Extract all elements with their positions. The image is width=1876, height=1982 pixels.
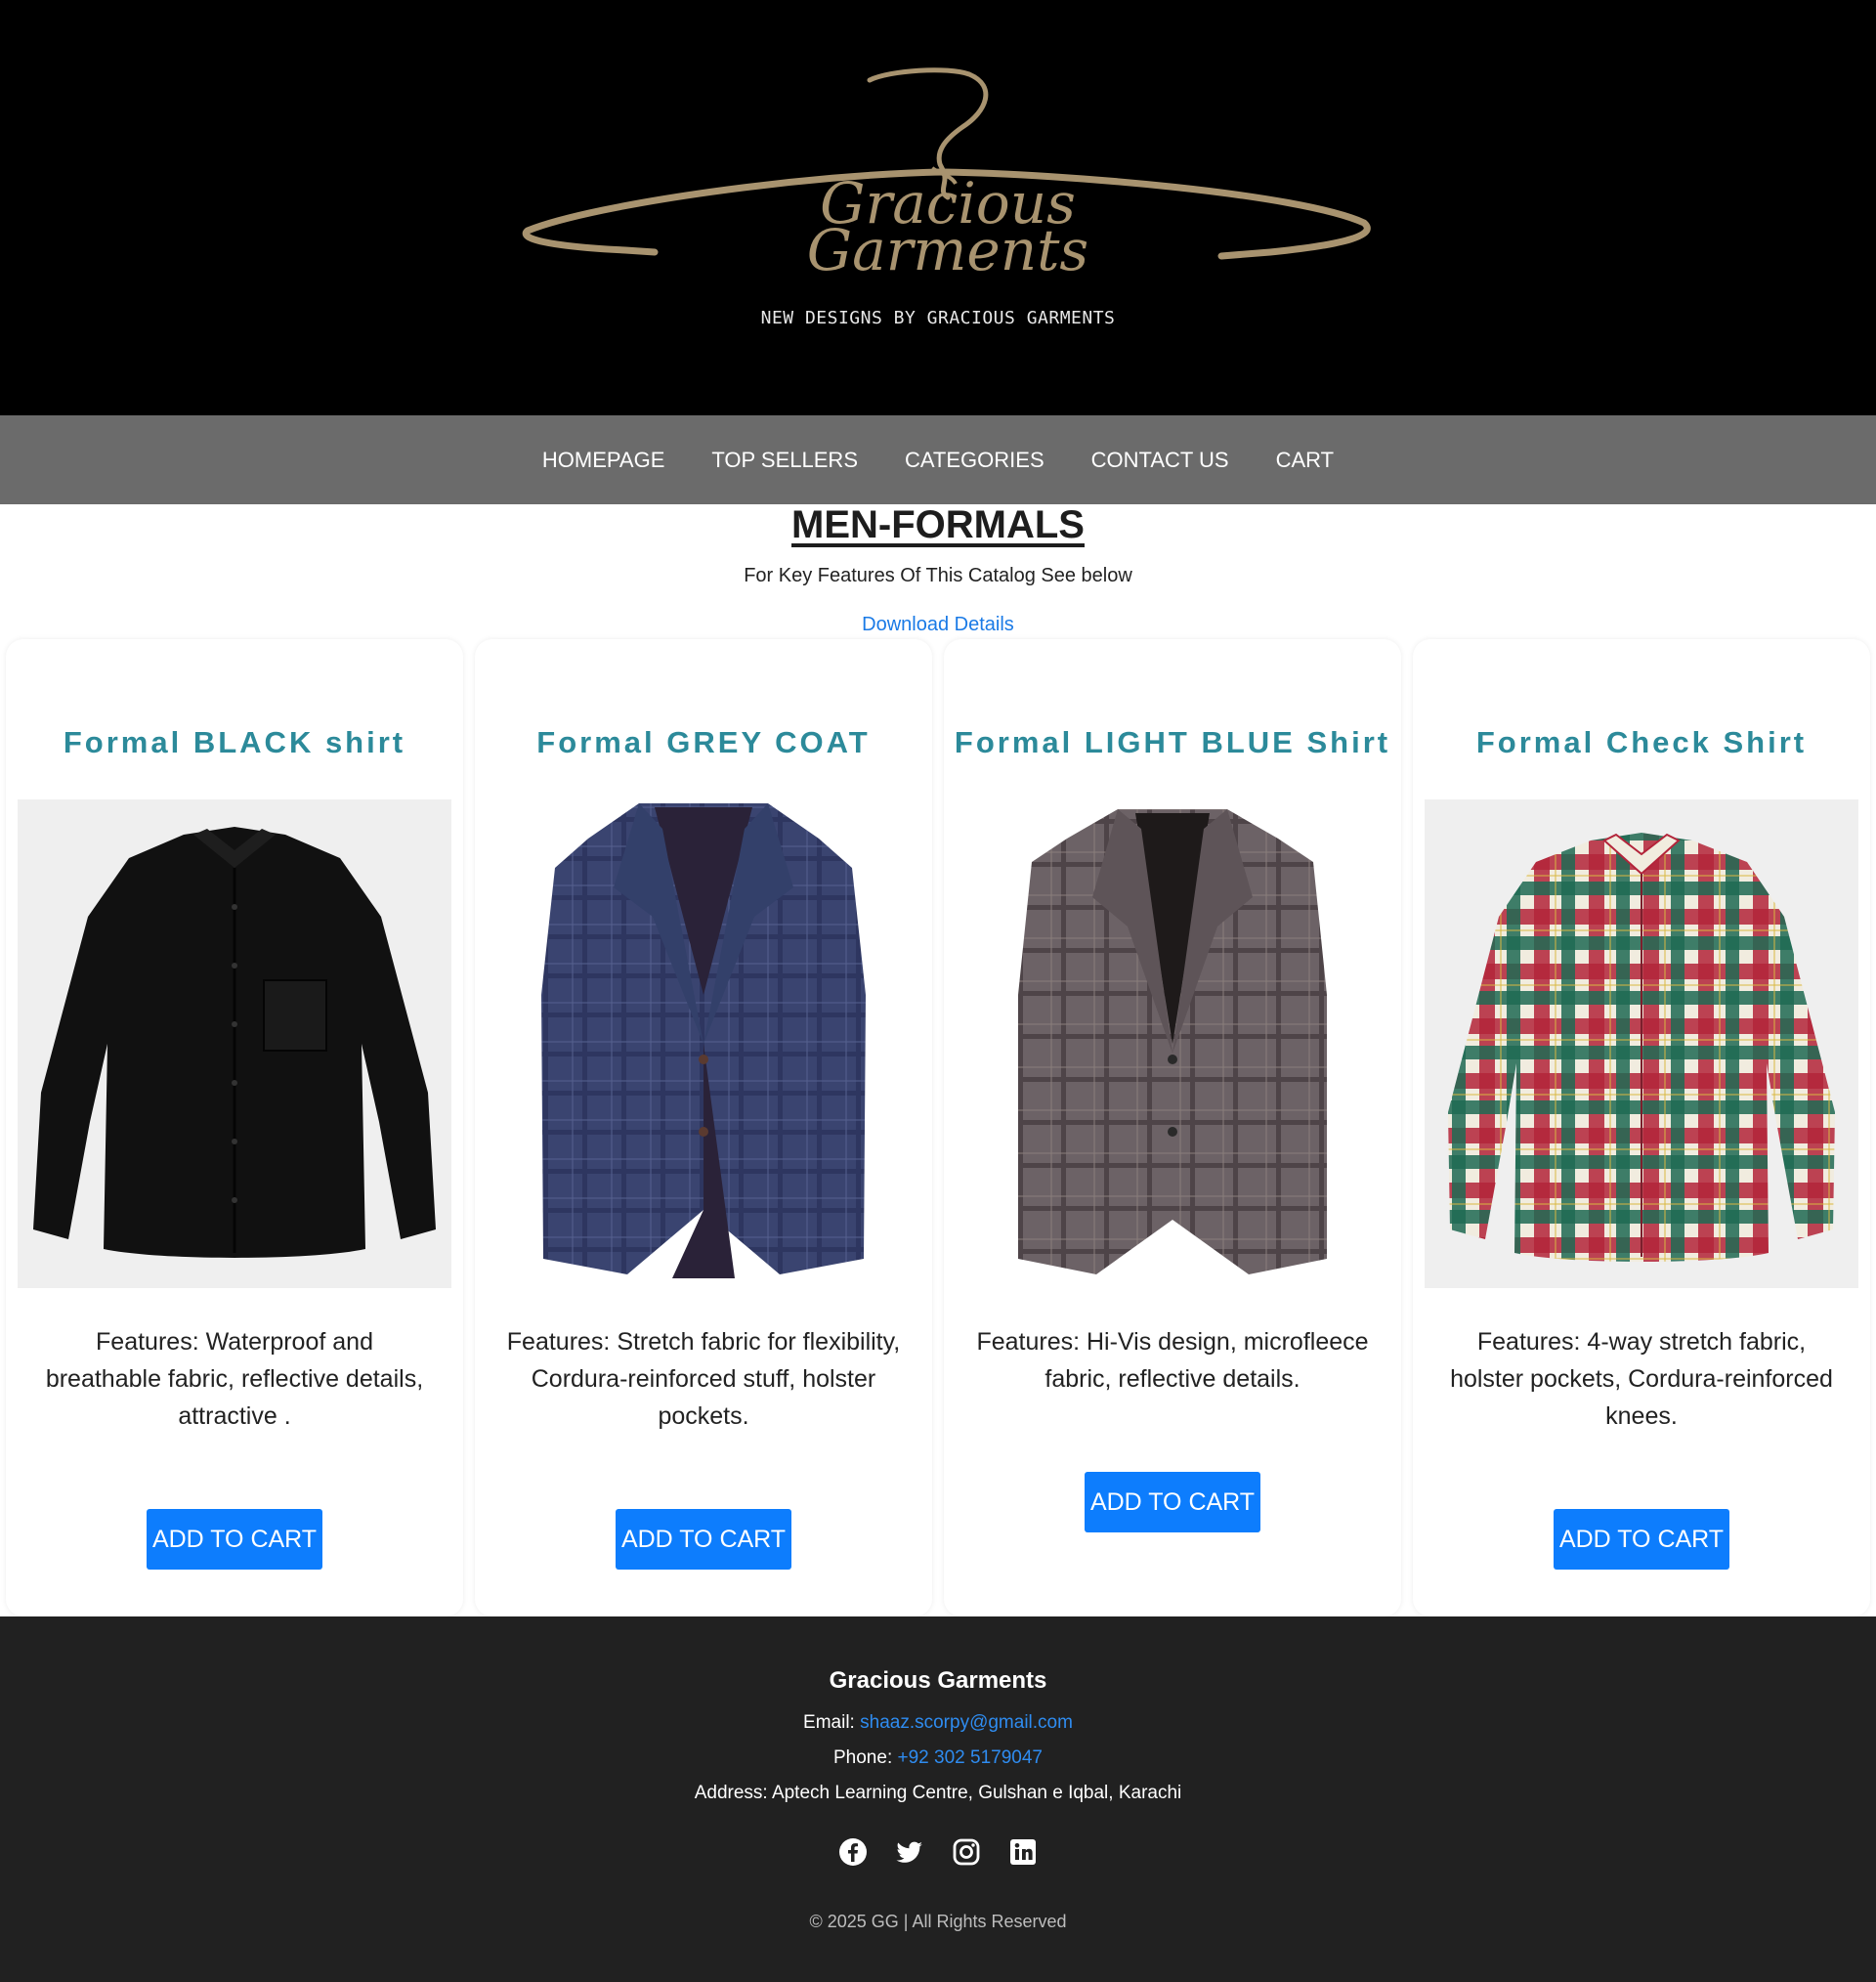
header-tagline: NEW DESIGNS BY GRACIOUS GARMENTS	[760, 308, 1116, 328]
catalog-intro: For Key Features Of This Catalog See bel…	[744, 565, 1132, 586]
product-title: Formal Check Shirt	[1475, 725, 1808, 759]
product-description: Features: Waterproof and breathable fabr…	[45, 1328, 424, 1430]
nav-item-cart[interactable]: CART	[1253, 448, 1358, 473]
add-to-cart-button[interactable]: ADD TO CART	[1085, 1472, 1260, 1532]
product-card: Formal GREY COAT Features: Stretch fabri…	[475, 639, 932, 1616]
linkedin-icon[interactable]	[1008, 1837, 1038, 1867]
copyright-notice: © 2025 GG | All Rights Reserved	[809, 1912, 1067, 1931]
add-to-cart-button[interactable]: ADD TO CART	[616, 1509, 791, 1570]
add-to-cart-button[interactable]: ADD TO CART	[147, 1509, 322, 1570]
product-image-navy-plaid-blazer	[487, 799, 920, 1288]
brand-logo[interactable]: Gracious Garments	[518, 66, 1378, 291]
product-title: Formal GREY COAT	[536, 725, 871, 759]
email-link[interactable]: shaaz.scorpy@gmail.com	[860, 1712, 1073, 1733]
phone-label: Phone:	[833, 1747, 893, 1768]
twitter-icon[interactable]	[895, 1837, 924, 1867]
nav-item-contact-us[interactable]: CONTACT US	[1068, 448, 1253, 473]
nav-item-homepage[interactable]: HOMEPAGE	[519, 448, 689, 473]
add-to-cart-button[interactable]: ADD TO CART	[1554, 1509, 1729, 1570]
product-image-red-green-check-shirt	[1425, 799, 1858, 1288]
footer-email: Email: shaaz.scorpy@gmail.com	[0, 1712, 1876, 1734]
product-image-grey-plaid-blazer	[956, 799, 1389, 1288]
footer-address: Address: Aptech Learning Centre, Gulshan…	[694, 1783, 1182, 1803]
nav-item-categories[interactable]: CATEGORIES	[881, 448, 1068, 473]
product-title: Formal LIGHT BLUE Shirt	[954, 725, 1391, 759]
product-description: Features: 4-way stretch fabric, holster …	[1450, 1328, 1833, 1430]
product-description: Features: Hi-Vis design, microfleece fab…	[976, 1328, 1369, 1393]
product-card: Formal BLACK shirt Features: Waterproof …	[6, 639, 463, 1616]
product-title: Formal BLACK shirt	[63, 725, 406, 759]
phone-link[interactable]: +92 302 5179047	[898, 1747, 1043, 1768]
social-links	[0, 1837, 1876, 1867]
product-description: Features: Stretch fabric for flexibility…	[506, 1328, 901, 1430]
site-header: Gracious Garments NEW DESIGNS BY GRACIOU…	[0, 0, 1876, 415]
footer-phone: Phone: +92 302 5179047	[0, 1747, 1876, 1769]
page-title: MEN-FORMALS	[791, 503, 1085, 546]
instagram-icon[interactable]	[952, 1837, 981, 1867]
email-label: Email:	[803, 1712, 855, 1733]
logo-text-line2: Garments	[807, 217, 1088, 283]
footer-brand: Gracious Garments	[829, 1667, 1047, 1694]
facebook-icon[interactable]	[838, 1837, 868, 1867]
nav-item-top-sellers[interactable]: TOP SELLERS	[688, 448, 881, 473]
product-card: Formal Check Shirt Features: 4-way stret…	[1413, 639, 1870, 1616]
main-nav: HOMEPAGE TOP SELLERS CATEGORIES CONTACT …	[0, 415, 1876, 504]
product-image-black-shirt	[18, 799, 451, 1288]
download-details-link[interactable]: Download Details	[0, 614, 1876, 636]
product-card: Formal LIGHT BLUE Shirt Features: Hi-Vis…	[944, 639, 1401, 1616]
